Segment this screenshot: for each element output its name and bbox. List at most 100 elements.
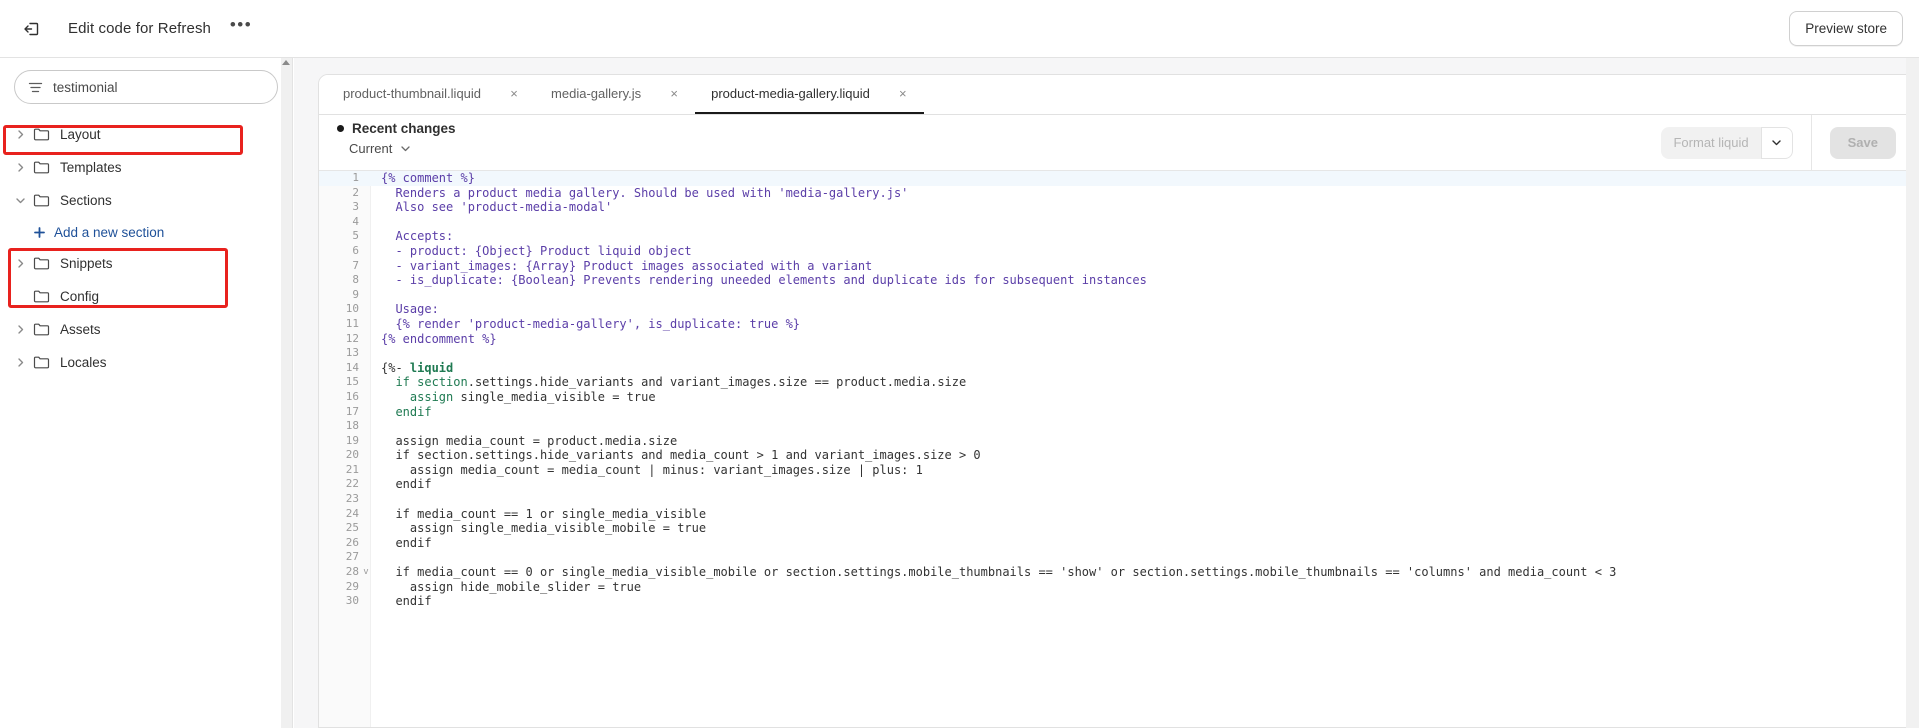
code-lines[interactable]: 1 {% comment %} 2 Renders a product media … xyxy=(319,171,1918,609)
code-line[interactable]: 23 xyxy=(319,492,1918,507)
close-icon[interactable]: × xyxy=(896,87,910,101)
code-line[interactable]: 13 xyxy=(319,346,1918,361)
sidebar-item-label: Assets xyxy=(60,322,101,337)
exit-icon[interactable] xyxy=(14,11,50,47)
code-line[interactable]: 28 v if media_count == 0 or single_media_… xyxy=(319,565,1918,580)
code-text: Accepts: xyxy=(381,229,454,244)
tab-label: product-thumbnail.liquid xyxy=(343,86,482,101)
sidebar-item-assets[interactable]: Assets xyxy=(0,313,292,346)
line-number: 16 xyxy=(345,389,359,403)
code-line[interactable]: 11 {% render 'product-media-gallery', is… xyxy=(319,317,1918,332)
code-line[interactable]: 3 Also see 'product-media-modal' xyxy=(319,200,1918,215)
chevron-right-icon[interactable] xyxy=(10,320,30,340)
line-number: 12 xyxy=(345,331,359,345)
close-icon[interactable]: × xyxy=(667,87,681,101)
line-number: 7 xyxy=(352,258,359,272)
line-number: 8 xyxy=(352,273,359,287)
code-text: Renders a product media gallery. Should … xyxy=(381,185,909,200)
sidebar-item-templates[interactable]: Templates xyxy=(0,151,292,184)
close-icon[interactable]: × xyxy=(507,87,521,101)
code-line[interactable]: 16 assign single_media_visible = true xyxy=(319,390,1918,405)
code-line[interactable]: 18 xyxy=(319,419,1918,434)
code-line[interactable]: 9 xyxy=(319,288,1918,303)
version-select[interactable]: Current xyxy=(349,141,411,156)
page-scrollbar-track[interactable] xyxy=(1906,58,1919,728)
code-line[interactable]: 12 {% endcomment %} xyxy=(319,332,1918,347)
sidebar-item-snippets[interactable]: Snippets xyxy=(0,247,292,280)
search-input-box[interactable] xyxy=(14,70,278,104)
code-text: if media_count == 1 or single_media_visi… xyxy=(381,506,707,521)
code-text: if section.settings.hide_variants and me… xyxy=(381,448,981,463)
chevron-down-icon[interactable] xyxy=(400,143,411,154)
line-number: 2 xyxy=(352,185,359,199)
code-line[interactable]: 20 if section.settings.hide_variants and… xyxy=(319,448,1918,463)
code-line[interactable]: 14 {%- liquid xyxy=(319,361,1918,376)
code-line[interactable]: 1 {% comment %} xyxy=(319,171,1918,186)
sidebar-item-label: Templates xyxy=(60,160,122,175)
code-text: - is_duplicate: {Boolean} Prevents rende… xyxy=(381,273,1147,288)
folder-icon xyxy=(32,287,51,306)
sidebar-scrollbar[interactable] xyxy=(281,58,292,728)
chevron-right-icon[interactable] xyxy=(10,254,30,274)
code-line[interactable]: 29 assign hide_mobile_slider = true xyxy=(319,580,1918,595)
sidebar-item-sections[interactable]: Sections xyxy=(0,184,292,217)
sidebar-item-locales[interactable]: Locales xyxy=(0,346,292,379)
code-line[interactable]: 21 assign media_count = media_count | mi… xyxy=(319,463,1918,478)
line-number: 6 xyxy=(352,243,359,257)
code-line[interactable]: 22 endif xyxy=(319,477,1918,492)
line-number: 21 xyxy=(345,462,359,476)
sidebar-item-layout[interactable]: Layout xyxy=(0,118,292,151)
tab-label: product-media-gallery.liquid xyxy=(711,86,870,101)
code-line[interactable]: 17 endif xyxy=(319,405,1918,420)
format-liquid-button: Format liquid xyxy=(1673,135,1749,150)
more-actions-icon[interactable]: ••• xyxy=(227,16,255,42)
chevron-down-icon[interactable] xyxy=(10,191,30,211)
chevron-down-icon[interactable] xyxy=(1760,126,1793,159)
code-line[interactable]: 7 - variant_images: {Array} Product imag… xyxy=(319,259,1918,274)
search-input[interactable] xyxy=(53,79,265,95)
toolbar-right-group: Format liquid Save xyxy=(1661,115,1918,170)
tab-product-thumbnail-liquid[interactable]: product-thumbnail.liquid × xyxy=(327,75,535,114)
file-tree: Layout Templates Sections Add a new sect… xyxy=(0,118,292,379)
sidebar-item-config[interactable]: Config xyxy=(0,280,292,313)
scroll-up-arrow-icon[interactable] xyxy=(282,60,290,65)
code-line[interactable]: 15 if section.settings.hide_variants and… xyxy=(319,375,1918,390)
chevron-right-icon[interactable] xyxy=(10,353,30,373)
line-number: 15 xyxy=(345,375,359,389)
code-text: {%- liquid xyxy=(381,360,454,375)
code-line[interactable]: 4 xyxy=(319,215,1918,230)
code-text: assign media_count = product.media.size xyxy=(381,433,678,448)
tab-media-gallery-js[interactable]: media-gallery.js × xyxy=(535,75,695,114)
search-field-wrapper xyxy=(14,70,278,104)
preview-store-button[interactable]: Preview store xyxy=(1789,11,1903,46)
code-editor-panel: product-thumbnail.liquid × media-gallery… xyxy=(318,74,1919,728)
sidebar-item-label: Snippets xyxy=(60,256,113,271)
code-line[interactable]: 26 endif xyxy=(319,536,1918,551)
version-select-label: Current xyxy=(349,141,393,156)
code-line[interactable]: 27 xyxy=(319,550,1918,565)
main-content: product-thumbnail.liquid × media-gallery… xyxy=(294,58,1919,728)
code-line[interactable]: 2 Renders a product media gallery. Shoul… xyxy=(319,186,1918,201)
line-number: 27 xyxy=(345,550,359,564)
code-line[interactable]: 8 - is_duplicate: {Boolean} Prevents ren… xyxy=(319,273,1918,288)
code-line[interactable]: 19 assign media_count = product.media.si… xyxy=(319,434,1918,449)
chevron-right-icon[interactable] xyxy=(10,158,30,178)
folder-icon xyxy=(32,191,51,210)
code-editor-area[interactable]: 1 {% comment %} 2 Renders a product media … xyxy=(319,171,1918,727)
line-number: 28 xyxy=(345,565,359,579)
code-line[interactable]: 30 endif xyxy=(319,594,1918,609)
line-number: 9 xyxy=(352,287,359,301)
code-text: if section.settings.hide_variants and va… xyxy=(395,375,967,390)
code-line[interactable]: 10 Usage: xyxy=(319,302,1918,317)
chevron-right-icon[interactable] xyxy=(10,125,30,145)
add-new-section-button[interactable]: Add a new section xyxy=(0,217,292,247)
code-text: endif xyxy=(381,594,432,609)
code-text: {% comment %} xyxy=(381,171,475,185)
code-line[interactable]: 5 Accepts: xyxy=(319,229,1918,244)
code-line[interactable]: 6 - product: {Object} Product liquid obj… xyxy=(319,244,1918,259)
code-line[interactable]: 24 if media_count == 1 or single_media_v… xyxy=(319,507,1918,522)
code-line[interactable]: 25 assign single_media_visible_mobile = … xyxy=(319,521,1918,536)
tab-product-media-gallery-liquid[interactable]: product-media-gallery.liquid × xyxy=(695,75,924,114)
fold-toggle-icon[interactable]: v xyxy=(361,565,371,580)
recent-changes-button[interactable]: Recent changes xyxy=(337,121,456,136)
